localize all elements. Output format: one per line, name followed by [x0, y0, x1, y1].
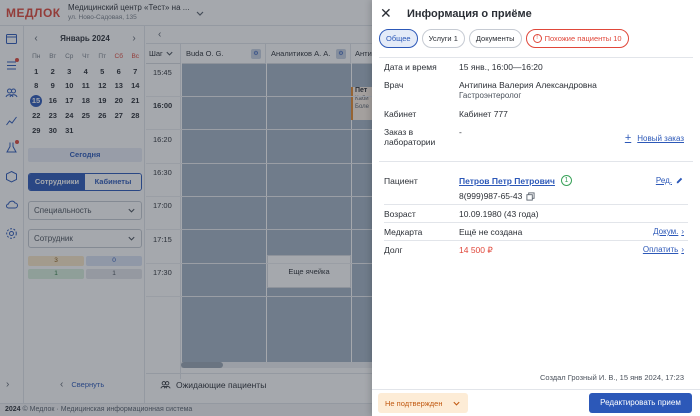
- debt-label: Долг: [384, 245, 403, 255]
- doctor-name: Антипина Валерия Александровна: [459, 80, 597, 90]
- record-value: Ещё не создана: [459, 227, 523, 237]
- tab-general[interactable]: Общее: [379, 29, 418, 48]
- room-value: Кабинет 777: [459, 109, 508, 119]
- drawer-title: Информация о приёме: [407, 8, 532, 20]
- alert-icon: !: [532, 34, 542, 43]
- edit-patient-link[interactable]: Ред.: [656, 176, 684, 185]
- datetime-value: 15 янв., 16:00—16:20: [459, 62, 543, 72]
- lab-label: Заказ в лаборатории: [384, 127, 435, 147]
- chevron-down-icon: [453, 401, 460, 406]
- tab-services[interactable]: Услуги 1: [421, 29, 465, 48]
- pay-link[interactable]: Оплатить ›: [643, 245, 684, 254]
- tab-similar-patients[interactable]: ! Похожие пациенты 10: [525, 29, 629, 48]
- close-icon[interactable]: ✕: [380, 6, 392, 20]
- drawer-tabs: Общее Услуги 1 Документы ! Похожие пацие…: [379, 29, 629, 48]
- chevron-right-icon: ›: [681, 245, 684, 254]
- new-order-label: Новый заказ: [637, 133, 684, 143]
- status-dropdown[interactable]: Не подтвержден: [378, 393, 468, 413]
- lab-label-line2: лаборатории: [384, 137, 436, 147]
- patient-phone: 8(999)987-65-43: [459, 191, 535, 201]
- documents-link[interactable]: Докум. ›: [653, 227, 684, 236]
- chevron-right-icon: ›: [681, 227, 684, 236]
- patient-label: Пациент: [384, 176, 418, 186]
- tab-similar-label: Похожие пациенты 10: [544, 34, 622, 43]
- divider: [384, 240, 688, 241]
- doctor-label: Врач: [384, 80, 404, 90]
- lab-value: -: [459, 127, 462, 137]
- debt-value: 14 500 ₽: [459, 245, 493, 255]
- age-value: 10.09.1980 (43 года): [459, 209, 539, 219]
- drawer-actions: Не подтвержден Редактировать прием: [372, 389, 700, 416]
- modal-overlay[interactable]: [0, 0, 372, 416]
- lab-label-line1: Заказ в: [384, 127, 414, 137]
- pay-link-label: Оплатить: [642, 245, 679, 254]
- created-info: Создал Грозный И. В., 15 янв 2024, 17:23: [539, 373, 684, 382]
- patient-info: Петров Петр Петрович 1: [459, 175, 572, 186]
- divider: [384, 222, 688, 223]
- record-label: Медкарта: [384, 227, 423, 237]
- edit-appointment-button[interactable]: Редактировать прием: [589, 393, 692, 413]
- new-order-link[interactable]: + Новый заказ: [625, 132, 684, 144]
- room-label: Кабинет: [384, 109, 417, 119]
- status-label: Не подтвержден: [385, 398, 443, 408]
- tab-documents[interactable]: Документы: [468, 29, 522, 48]
- patient-name-link[interactable]: Петров Петр Петрович: [459, 176, 555, 186]
- pencil-icon: [676, 177, 683, 184]
- documents-link-label: Докум.: [653, 227, 679, 236]
- divider: [379, 57, 693, 58]
- plus-icon: +: [624, 132, 632, 144]
- phone-value: 8(999)987-65-43: [459, 191, 523, 201]
- datetime-label: Дата и время: [384, 62, 437, 72]
- appointment-drawer: ✕ Информация о приёме Общее Услуги 1 Док…: [372, 0, 700, 416]
- divider: [384, 204, 688, 205]
- patient-visit-badge: 1: [560, 175, 572, 186]
- copy-icon[interactable]: [526, 191, 535, 201]
- edit-patient-label: Ред.: [655, 176, 672, 185]
- divider: [379, 161, 693, 162]
- doctor-specialty: Гастроэнтеролог: [459, 91, 522, 100]
- age-label: Возраст: [384, 209, 416, 219]
